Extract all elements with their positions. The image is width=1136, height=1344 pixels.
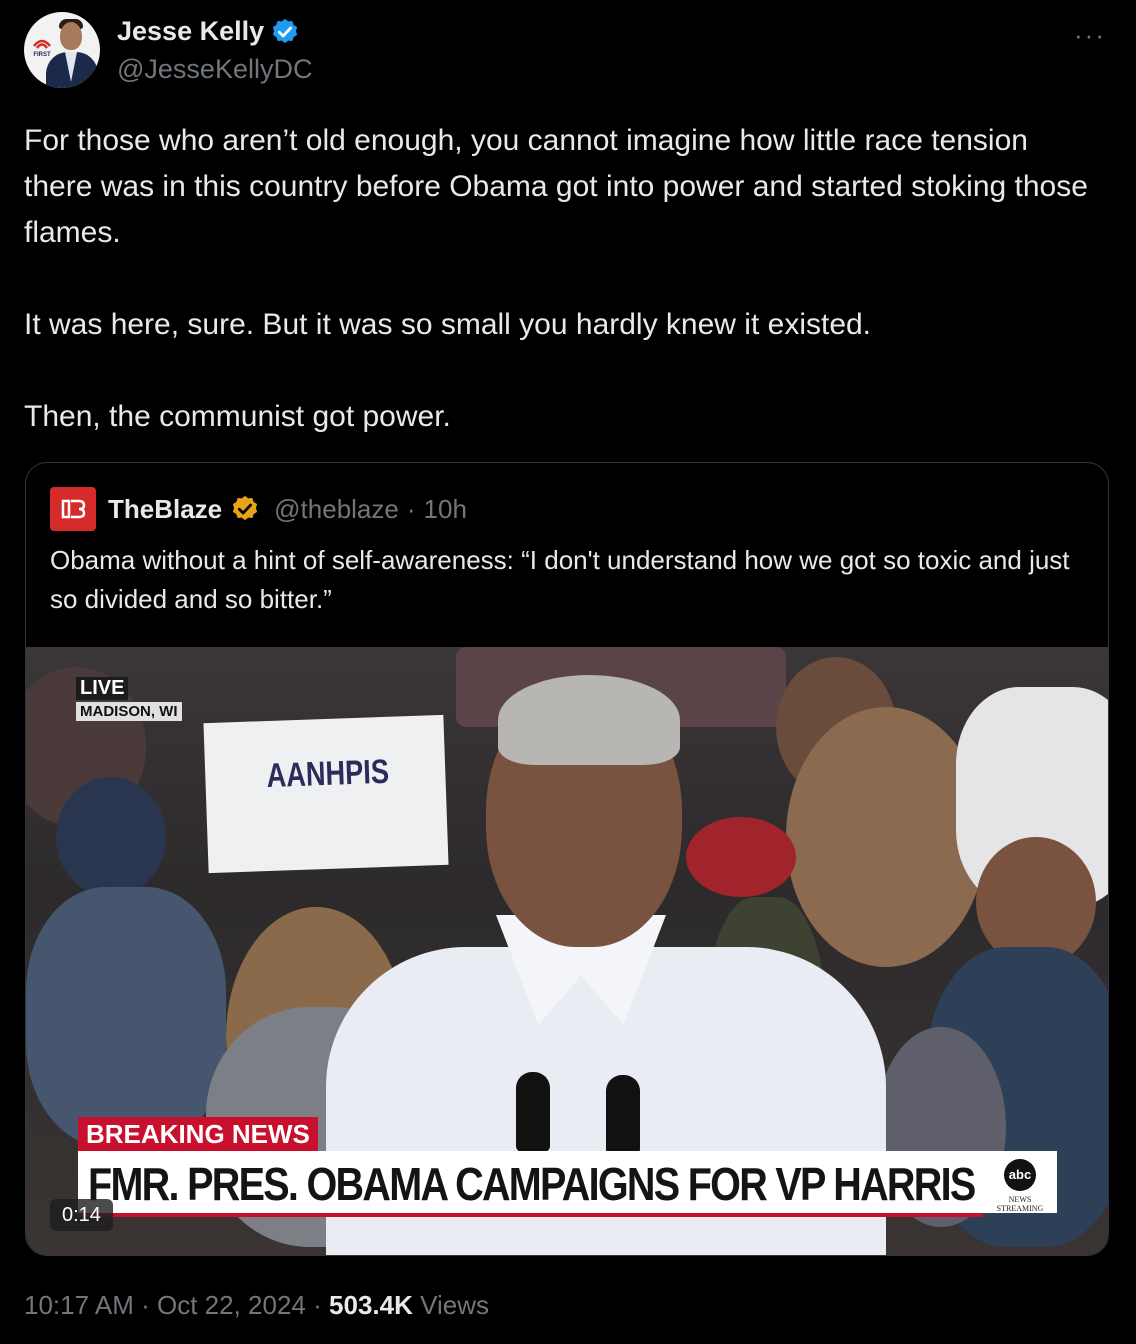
- theblaze-logo-icon: [50, 487, 96, 531]
- tweet-time[interactable]: 10:17 AM: [24, 1290, 134, 1320]
- quote-separator: ·: [406, 493, 416, 524]
- tweet-paragraph: For those who aren’t old enough, you can…: [24, 124, 1088, 249]
- video-duration: 0:14: [50, 1199, 113, 1231]
- avatar[interactable]: FIRST: [24, 12, 100, 88]
- microphone: [516, 1072, 550, 1152]
- live-indicator: LIVE MADISON, WI: [76, 677, 182, 721]
- microphone: [606, 1075, 640, 1155]
- tweet-text: For those who aren’t old enough, you can…: [24, 118, 1104, 440]
- verified-badge-icon: [273, 18, 298, 43]
- breaking-news-banner: BREAKING NEWS: [78, 1117, 318, 1151]
- quote-time[interactable]: 10h: [424, 494, 467, 525]
- crowd-sign-text: AANHPIS: [265, 752, 390, 796]
- tweet-paragraph: It was here, sure. But it was so small y…: [24, 308, 872, 341]
- meta-separator: ·: [141, 1290, 150, 1320]
- tweet-meta: 10:17 AM · Oct 22, 2024 · 503.4K Views: [24, 1290, 489, 1321]
- first-logo-icon: FIRST: [33, 39, 51, 58]
- author-display-name[interactable]: Jesse Kelly: [117, 16, 264, 47]
- tweet-date[interactable]: Oct 22, 2024: [157, 1290, 306, 1320]
- crowd-sign: AANHPIS: [203, 714, 449, 874]
- location-label: MADISON, WI: [76, 702, 182, 721]
- quote-text: Obama without a hint of self-awareness: …: [50, 545, 1070, 614]
- tweet-paragraph: Then, the communist got power.: [24, 400, 451, 433]
- network-logo: abc NEWS STREAMING: [983, 1151, 1057, 1213]
- more-options-icon[interactable]: ···: [1074, 20, 1106, 51]
- news-headline-banner: FMR. PRES. OBAMA CAMPAIGNS FOR VP HARRIS: [78, 1151, 983, 1217]
- meta-separator: ·: [313, 1290, 322, 1320]
- views-label: Views: [420, 1290, 489, 1320]
- news-headline-text: FMR. PRES. OBAMA CAMPAIGNS FOR VP HARRIS: [88, 1158, 976, 1210]
- abc-logo-icon: abc: [1004, 1159, 1036, 1191]
- network-sub-label: NEWS STREAMING: [996, 1195, 1044, 1213]
- quote-handle[interactable]: @theblaze: [274, 494, 399, 525]
- quote-display-name[interactable]: TheBlaze: [108, 494, 222, 525]
- tweet-author: FIRST Jesse Kelly @JesseKellyDC ···: [24, 12, 1114, 92]
- live-label: LIVE: [76, 677, 129, 700]
- views-count: 503.4K: [329, 1290, 413, 1320]
- author-handle[interactable]: @JesseKellyDC: [117, 54, 312, 85]
- quoted-tweet[interactable]: TheBlaze @theblaze · 10h Obama without a…: [25, 462, 1109, 1256]
- avatar-logo-text: FIRST: [33, 52, 51, 58]
- verified-org-badge-icon: [233, 495, 258, 521]
- video-player[interactable]: AANHPIS LIVE MADISON, WI BREAKING NEWS F…: [26, 647, 1108, 1255]
